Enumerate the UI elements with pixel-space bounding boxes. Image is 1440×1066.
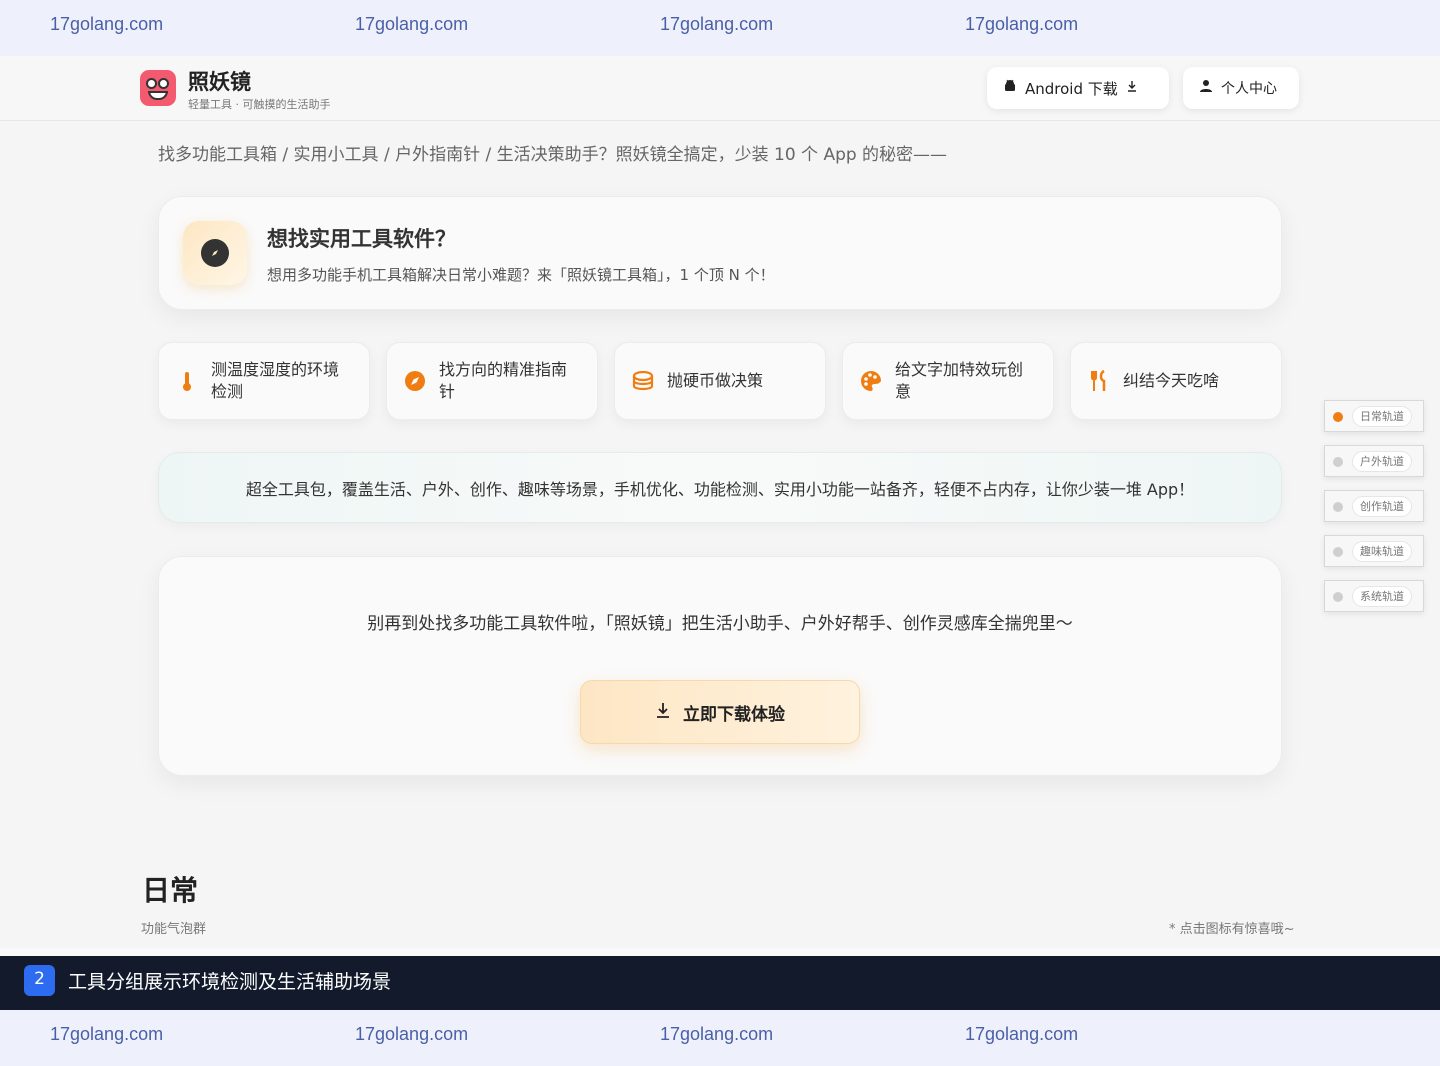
user-center-button[interactable]: 个人中心 [1183,67,1299,109]
watermark-text: 17golang.com [660,1024,774,1044]
caption-bar: 2 工具分组展示环境检测及生活辅助场景 [0,956,1440,1010]
caption-number-badge: 2 [24,965,55,996]
brand-name[interactable]: 照妖镜 [188,66,251,96]
watermark-text: 17golang.com [50,1024,164,1044]
logo-eye-right [158,78,169,89]
download-now-label: 立即下载体验 [683,704,785,725]
feature-label: 找方向的精准指南针 [439,360,568,401]
user-icon [1199,79,1213,97]
rail-label: 户外轨道 [1352,451,1412,472]
android-icon [1003,79,1017,97]
caption-text: 工具分组展示环境检测及生活辅助场景 [68,971,392,993]
coin-stack-icon [631,369,655,393]
watermark-text: 17golang.com [355,14,469,34]
section-title: 日常 [142,874,199,907]
watermark-text: 17golang.com [965,14,1079,34]
section-subtitle: 功能气泡群 [141,922,207,937]
summary-banner: 超全工具包，覆盖生活、户外、创作、趣味等场景，手机优化、功能检测、实用小功能一站… [158,452,1282,523]
thermometer-icon [175,369,199,393]
utensils-icon [1087,369,1111,393]
download-icon [655,702,671,723]
section-hint: * 点击图标有惊喜哦~ [1169,922,1295,937]
logo-eye-left [146,78,157,89]
rail-dot [1333,547,1343,557]
site-header: 照妖镜 轻量工具 · 可触摸的生活助手 Android 下载 个人中心 [0,56,1440,121]
rail-label: 创作轨道 [1352,496,1412,517]
watermark-text: 17golang.com [965,1024,1079,1044]
rail-label: 系统轨道 [1352,586,1412,607]
breadcrumb: 找多功能工具箱 / 实用小工具 / 户外指南针 / 生活决策助手？照妖镜全搞定，… [158,145,948,165]
rail-item-daily[interactable]: 日常轨道 [1324,400,1424,432]
intro-description: 想用多功能手机工具箱解决日常小难题？来「照妖镜工具箱」，1 个顶 N 个！ [267,266,775,284]
watermark-bar-bottom: 17golang.com 17golang.com 17golang.com 1… [0,1010,1440,1066]
watermark-bar-top: 17golang.com 17golang.com 17golang.com 1… [0,0,1440,56]
download-arrow-icon [1126,80,1138,96]
rail-item-creative[interactable]: 创作轨道 [1324,490,1424,522]
logo-mouth [148,91,168,100]
rail-dot [1333,592,1343,602]
rail-dot [1333,457,1343,467]
rail-item-outdoor[interactable]: 户外轨道 [1324,445,1424,477]
rail-label: 日常轨道 [1352,406,1412,427]
feature-label: 纠结今天吃啥 [1123,371,1220,390]
compass-icon [201,239,229,267]
watermark-text: 17golang.com [355,1024,469,1044]
cta-text: 别再到处找多功能工具软件啦，「照妖镜」把生活小助手、户外好帮手、创作灵感库全揣兜… [367,614,1073,634]
user-center-label: 个人中心 [1221,81,1277,97]
palette-icon [859,369,883,393]
intro-title: 想找实用工具软件？ [267,227,456,251]
intro-card: 想找实用工具软件？ 想用多功能手机工具箱解决日常小难题？来「照妖镜工具箱」，1 … [158,196,1282,310]
rail-item-fun[interactable]: 趣味轨道 [1324,535,1424,567]
feature-card-coin[interactable]: 抛硬币做决策 [614,342,826,420]
android-download-button[interactable]: Android 下载 [987,67,1169,109]
cta-card: 别再到处找多功能工具软件啦，「照妖镜」把生活小助手、户外好帮手、创作灵感库全揣兜… [158,556,1282,776]
feature-label: 给文字加特效玩创意 [895,360,1024,401]
rail-label: 趣味轨道 [1352,541,1412,562]
feature-card-food[interactable]: 纠结今天吃啥 [1070,342,1282,420]
feature-card-compass[interactable]: 找方向的精准指南针 [386,342,598,420]
feature-card-text-effects[interactable]: 给文字加特效玩创意 [842,342,1054,420]
watermark-text: 17golang.com [50,14,164,34]
feature-label: 测温度湿度的环境检测 [211,360,340,401]
download-now-button[interactable]: 立即下载体验 [580,680,860,744]
section-divider [0,948,1440,956]
feature-label: 抛硬币做决策 [667,371,764,390]
feature-card-environment[interactable]: 测温度湿度的环境检测 [158,342,370,420]
intro-icon-box [183,221,247,285]
compass-icon [403,369,427,393]
watermark-text: 17golang.com [660,14,774,34]
android-download-label: Android 下载 [1025,79,1118,98]
rail-dot [1333,412,1343,422]
brand-tagline: 轻量工具 · 可触摸的生活助手 [188,98,331,111]
app-logo[interactable] [140,70,176,106]
rail-item-system[interactable]: 系统轨道 [1324,580,1424,612]
rail-dot [1333,502,1343,512]
